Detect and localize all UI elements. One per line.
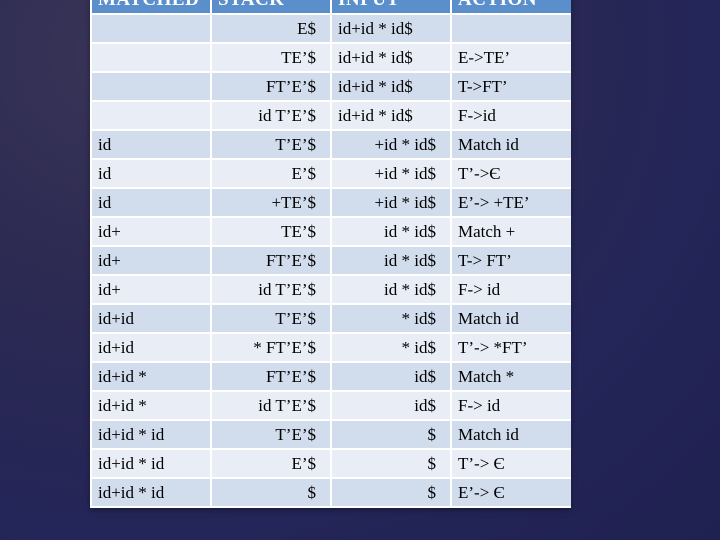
cell-action: E’-> +TE’ — [452, 189, 571, 216]
cell-input: id * id$ — [332, 276, 450, 303]
table-row: id+ TE’$ id * id$ Match + — [92, 218, 571, 245]
table-row: id+ id T’E’$ id * id$ F-> id — [92, 276, 571, 303]
table-row: id+id * FT’E’$ * id$ T’-> *FT’ — [92, 334, 571, 361]
cell-matched: id+ — [92, 247, 210, 274]
cell-stack: TE’$ — [212, 44, 330, 71]
header-input: INPUT — [332, 0, 450, 13]
cell-input: id$ — [332, 392, 450, 419]
cell-action: F-> id — [452, 276, 571, 303]
table-row: id+id * id T’E’$ $ Match id — [92, 421, 571, 448]
cell-stack: FT’E’$ — [212, 73, 330, 100]
cell-action: T’->Є — [452, 160, 571, 187]
cell-action — [452, 15, 571, 42]
header-action: ACTION — [452, 0, 571, 13]
cell-action: F-> id — [452, 392, 571, 419]
cell-stack: E$ — [212, 15, 330, 42]
cell-action: Match * — [452, 363, 571, 390]
cell-action: T’-> *FT’ — [452, 334, 571, 361]
cell-input: $ — [332, 450, 450, 477]
cell-stack: id T’E’$ — [212, 392, 330, 419]
table-row: id+id T’E’$ * id$ Match id — [92, 305, 571, 332]
cell-action: F->id — [452, 102, 571, 129]
cell-matched — [92, 44, 210, 71]
parse-trace-table: MATCHED STACK INPUT ACTION E$id+id * id$… — [90, 0, 573, 508]
cell-matched — [92, 15, 210, 42]
cell-input: id+id * id$ — [332, 73, 450, 100]
parse-trace-table-container: MATCHED STACK INPUT ACTION E$id+id * id$… — [90, 0, 571, 508]
table-row: id T’E’$ id+id * id$ F->id — [92, 102, 571, 129]
cell-input: id * id$ — [332, 247, 450, 274]
table-header-row: MATCHED STACK INPUT ACTION — [92, 0, 571, 13]
cell-stack: TE’$ — [212, 218, 330, 245]
cell-input: * id$ — [332, 305, 450, 332]
cell-action: T’-> Є — [452, 450, 571, 477]
cell-stack: $ — [212, 479, 330, 506]
cell-action: T->FT’ — [452, 73, 571, 100]
table-row: id+id * id $ $ E’-> Є — [92, 479, 571, 506]
cell-matched: id+id — [92, 305, 210, 332]
cell-input: id+id * id$ — [332, 44, 450, 71]
cell-action: E->TE’ — [452, 44, 571, 71]
table-row: id+id * FT’E’$ id$ Match * — [92, 363, 571, 390]
cell-input: +id * id$ — [332, 189, 450, 216]
table-row: id+id * id E’$ $ T’-> Є — [92, 450, 571, 477]
cell-matched: id+id — [92, 334, 210, 361]
cell-stack: id T’E’$ — [212, 276, 330, 303]
cell-stack: E’$ — [212, 160, 330, 187]
cell-stack: id T’E’$ — [212, 102, 330, 129]
cell-stack: FT’E’$ — [212, 363, 330, 390]
cell-stack: * FT’E’$ — [212, 334, 330, 361]
cell-action: T-> FT’ — [452, 247, 571, 274]
cell-matched: id+ — [92, 276, 210, 303]
cell-input: $ — [332, 479, 450, 506]
table-row: FT’E’$ id+id * id$ T->FT’ — [92, 73, 571, 100]
cell-matched — [92, 73, 210, 100]
table-row: id+id * id T’E’$ id$ F-> id — [92, 392, 571, 419]
cell-stack: T’E’$ — [212, 131, 330, 158]
cell-input: +id * id$ — [332, 131, 450, 158]
cell-stack: E’$ — [212, 450, 330, 477]
cell-stack: +TE’$ — [212, 189, 330, 216]
cell-matched: id+id * — [92, 392, 210, 419]
table-row: E$ id+id * id$ — [92, 15, 571, 42]
cell-matched: id+id * id — [92, 450, 210, 477]
cell-matched: id+id * id — [92, 421, 210, 448]
table-row: id E’$ +id * id$ T’->Є — [92, 160, 571, 187]
table-row: id+ FT’E’$ id * id$ T-> FT’ — [92, 247, 571, 274]
cell-action: Match id — [452, 131, 571, 158]
header-stack: STACK — [212, 0, 330, 13]
cell-matched: id — [92, 131, 210, 158]
table-body: E$ id+id * id$ TE’$ id+id * id$ E->TE’ FT’E’$… — [92, 15, 571, 506]
cell-input: +id * id$ — [332, 160, 450, 187]
cell-stack: T’E’$ — [212, 305, 330, 332]
cell-action: Match id — [452, 421, 571, 448]
cell-action: Match id — [452, 305, 571, 332]
header-matched: MATCHED — [92, 0, 210, 13]
cell-input: id+id * id$ — [332, 102, 450, 129]
cell-input: id+id * id$ — [332, 15, 450, 42]
table-row: id +TE’$ +id * id$ E’-> +TE’ — [92, 189, 571, 216]
cell-input: * id$ — [332, 334, 450, 361]
table-row: id T’E’$ +id * id$ Match id — [92, 131, 571, 158]
cell-action: Match + — [452, 218, 571, 245]
cell-action: E’-> Є — [452, 479, 571, 506]
cell-input: id * id$ — [332, 218, 450, 245]
cell-matched: id — [92, 160, 210, 187]
cell-matched: id+id * — [92, 363, 210, 390]
cell-matched: id+ — [92, 218, 210, 245]
cell-stack: T’E’$ — [212, 421, 330, 448]
table-row: TE’$ id+id * id$ E->TE’ — [92, 44, 571, 71]
cell-matched: id+id * id — [92, 479, 210, 506]
cell-input: id$ — [332, 363, 450, 390]
cell-stack: FT’E’$ — [212, 247, 330, 274]
cell-matched — [92, 102, 210, 129]
cell-matched: id — [92, 189, 210, 216]
cell-input: $ — [332, 421, 450, 448]
